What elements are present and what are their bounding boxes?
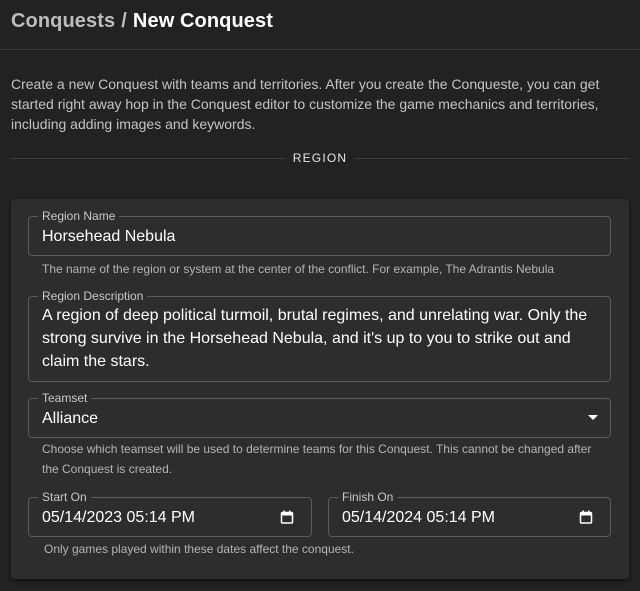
breadcrumb-separator: / xyxy=(121,10,127,32)
region-description-field[interactable]: Region Description A region of deep poli… xyxy=(28,288,611,382)
dates-helper: Only games played within these dates aff… xyxy=(44,542,354,556)
region-name-input[interactable]: Horsehead Nebula xyxy=(42,226,175,248)
calendar-icon[interactable] xyxy=(579,510,593,524)
divider-line-left xyxy=(11,158,285,159)
start-on-label: Start On xyxy=(38,489,91,505)
teamset-select[interactable]: Teamset Alliance xyxy=(28,390,611,438)
section-divider: REGION xyxy=(11,150,629,166)
region-name-label: Region Name xyxy=(38,208,120,224)
intro-text: Create a new Conquest with teams and ter… xyxy=(11,76,600,132)
calendar-icon[interactable] xyxy=(280,510,294,524)
start-on-field[interactable]: Start On 05/14/2023 05:14 PM xyxy=(28,489,312,537)
finish-on-input[interactable]: 05/14/2024 05:14 PM xyxy=(342,507,495,529)
region-name-field[interactable]: Region Name Horsehead Nebula xyxy=(28,208,611,256)
divider-line-right xyxy=(355,158,629,159)
teamset-selected-value[interactable]: Alliance xyxy=(42,408,98,430)
region-form-card: Region Name Horsehead Nebula The name of… xyxy=(11,199,629,579)
region-name-helper: The name of the region or system at the … xyxy=(42,262,555,276)
page-title: New Conquest xyxy=(132,10,274,32)
section-title: REGION xyxy=(292,151,348,165)
finish-on-label: Finish On xyxy=(338,489,398,505)
page-header: Conquests / New Conquest xyxy=(0,0,640,50)
start-on-input[interactable]: 05/14/2023 05:14 PM xyxy=(42,507,195,529)
teamset-helper: Choose which teamset will be used to det… xyxy=(42,442,592,476)
teamset-label: Teamset xyxy=(38,390,92,406)
breadcrumb: Conquests / New Conquest xyxy=(11,10,273,33)
finish-on-field[interactable]: Finish On 05/14/2024 05:14 PM xyxy=(328,489,611,537)
region-description-textarea[interactable]: A region of deep political turmoil, brut… xyxy=(42,304,592,373)
region-description-label: Region Description xyxy=(38,288,148,304)
chevron-down-icon[interactable] xyxy=(588,415,598,420)
breadcrumb-conquests-link[interactable]: Conquests xyxy=(11,10,115,32)
